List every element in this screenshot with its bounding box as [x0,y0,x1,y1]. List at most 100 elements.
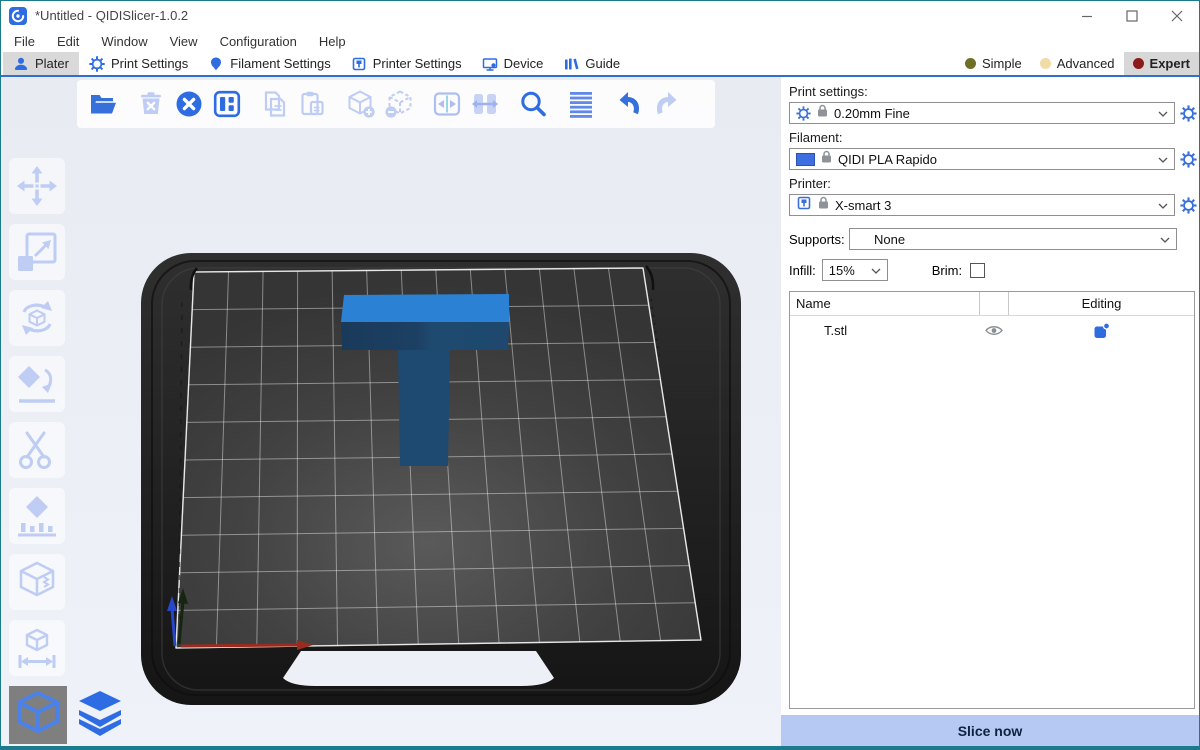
undo-button[interactable] [613,89,644,120]
printer-combo[interactable]: X-smart 3 [789,194,1175,216]
menu-configuration[interactable]: Configuration [209,30,308,52]
3d-editor-view-button[interactable] [9,686,67,744]
column-header-editing: Editing [1009,296,1194,311]
gear-icon [89,56,105,72]
rotate-gizmo-button[interactable] [9,290,65,346]
place-on-face-gizmo-button[interactable] [9,356,65,412]
scale-gizmo-button[interactable] [9,224,65,280]
print-settings-gear-button[interactable] [1180,105,1197,122]
visibility-toggle[interactable] [979,316,1009,344]
split-to-parts-button[interactable] [469,89,500,120]
preview-view-button[interactable] [71,686,129,744]
measure-gizmo-button[interactable] [9,620,65,676]
model-crossbar-face [341,322,509,350]
settings-panel: Print settings: 0.20mm Fine Filament: [781,77,1199,746]
printer-value: X-smart 3 [835,198,1152,213]
object-row[interactable]: T.stl [790,316,1194,344]
plater-icon [13,56,29,72]
object-name: T.stl [790,323,979,338]
view-toggle-bar [9,686,129,744]
gear-icon [796,106,811,121]
chevron-down-icon [871,261,881,279]
object-list-header: Name Editing [790,292,1194,316]
delete-button[interactable] [135,89,166,120]
main-area: Print settings: 0.20mm Fine Filament: [1,77,1199,746]
edit-object-button[interactable] [1009,322,1194,339]
paint-supports-gizmo-button[interactable] [9,488,65,544]
chevron-down-icon [1160,230,1170,248]
device-icon [482,56,498,72]
split-to-objects-button[interactable] [431,89,462,120]
plater-toolbar [77,80,715,128]
maximize-button[interactable] [1109,1,1154,30]
mode-selector: Simple Advanced Expert [956,52,1199,75]
tab-filament-settings[interactable]: Filament Settings [198,52,340,75]
column-header-name: Name [790,296,979,311]
menu-edit[interactable]: Edit [46,30,90,52]
add-instance-button[interactable] [345,89,376,120]
minimize-button[interactable] [1064,1,1109,30]
search-button[interactable] [517,89,548,120]
window-title: *Untitled - QIDISlicer-1.0.2 [35,8,1056,23]
menu-file[interactable]: File [3,30,46,52]
infill-combo[interactable]: 15% [822,259,888,281]
supports-combo[interactable]: None [849,228,1177,250]
app-window: *Untitled - QIDISlicer-1.0.2 File Edit W… [0,0,1200,750]
remove-instance-button[interactable] [383,89,414,120]
supports-value: None [856,232,1154,247]
brim-label: Brim: [932,263,962,278]
close-button[interactable] [1154,1,1199,30]
3d-viewport[interactable] [1,77,781,746]
variable-layer-height-button[interactable] [565,89,596,120]
lock-icon [818,196,829,214]
mode-expert[interactable]: Expert [1124,52,1199,75]
menu-view[interactable]: View [159,30,209,52]
tab-print-settings[interactable]: Print Settings [79,52,198,75]
tab-guide[interactable]: Guide [553,52,630,75]
open-project-button[interactable] [87,89,118,120]
menu-window[interactable]: Window [90,30,158,52]
printer-icon [351,56,367,72]
lock-icon [817,104,828,122]
eye-icon [984,324,1004,337]
app-logo-icon [9,7,27,25]
copy-button[interactable] [259,89,290,120]
filament-label: Filament: [789,130,1197,145]
chevron-down-icon [1158,150,1168,168]
infill-value: 15% [829,263,865,278]
printer-icon [796,195,812,216]
tab-label: Guide [585,56,620,71]
mode-simple[interactable]: Simple [956,52,1031,75]
model-stem-face [398,350,450,466]
simple-mode-dot [965,58,976,69]
seam-gizmo-button[interactable] [9,554,65,610]
redo-button[interactable] [651,89,682,120]
filament-gear-button[interactable] [1180,151,1197,168]
column-header-visibility [979,292,1009,315]
filament-icon [208,56,224,72]
menu-bar: File Edit Window View Configuration Help [1,30,1199,52]
filament-combo[interactable]: QIDI PLA Rapido [789,148,1175,170]
tab-plater[interactable]: Plater [3,52,79,75]
printer-gear-button[interactable] [1180,197,1197,214]
move-gizmo-button[interactable] [9,158,65,214]
tab-device[interactable]: Device [472,52,554,75]
mode-advanced[interactable]: Advanced [1031,52,1124,75]
paste-button[interactable] [297,89,328,120]
tab-label: Printer Settings [373,56,462,71]
print-settings-combo[interactable]: 0.20mm Fine [789,102,1175,124]
gizmo-toolbar [9,158,67,676]
slice-now-button[interactable]: Slice now [781,715,1199,746]
delete-all-button[interactable] [173,89,204,120]
arrange-button[interactable] [211,89,242,120]
tab-printer-settings[interactable]: Printer Settings [341,52,472,75]
tab-label: Print Settings [111,56,188,71]
menu-help[interactable]: Help [308,30,357,52]
print-settings-label: Print settings: [789,84,1197,99]
title-bar: *Untitled - QIDISlicer-1.0.2 [1,1,1199,30]
scene-canvas[interactable] [1,77,781,746]
layers-icon [71,686,129,744]
lock-icon [821,150,832,168]
brim-checkbox[interactable] [970,263,985,278]
cut-gizmo-button[interactable] [9,422,65,478]
